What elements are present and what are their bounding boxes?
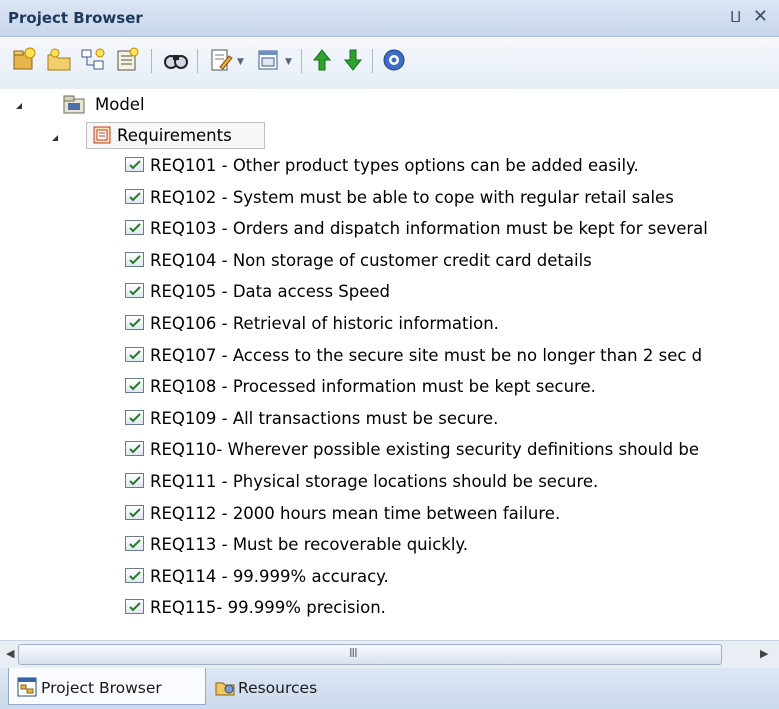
find-icon[interactable]: [163, 47, 191, 75]
requirement-icon: [125, 441, 144, 457]
requirement-label: REQ109 - All transactions must be secure…: [150, 408, 499, 428]
requirement-icon: [125, 346, 144, 362]
toolbar-separator: [197, 49, 198, 73]
requirement-label: REQ111 - Physical storage locations shou…: [150, 472, 599, 491]
scrollbar-thumb[interactable]: III: [18, 644, 722, 665]
toolbar: ▼ ▼: [0, 37, 779, 89]
help-icon[interactable]: [381, 47, 409, 75]
view-options-icon[interactable]: [256, 47, 284, 75]
project-browser-icon: [17, 677, 37, 697]
chevron-down-icon[interactable]: ▼: [237, 57, 244, 67]
requirement-item[interactable]: REQ101 - Other product types options can…: [125, 151, 779, 183]
requirement-label: REQ101 - Other product types options can…: [150, 156, 639, 175]
requirement-item[interactable]: REQ106 - Retrieval of historic informati…: [125, 309, 779, 341]
requirement-item[interactable]: REQ111 - Physical storage locations shou…: [125, 467, 779, 499]
project-browser-panel: Project Browser ⨿ ✕ ▼ ▼ Model Requiremen…: [0, 0, 779, 709]
model-icon: [63, 95, 85, 114]
requirement-label: REQ106 - Retrieval of historic informati…: [150, 314, 499, 333]
requirement-icon: [125, 283, 144, 299]
close-icon[interactable]: ✕: [753, 6, 768, 27]
requirement-item[interactable]: REQ105 - Data access Speed: [125, 277, 779, 309]
requirement-label: REQ102 - System must be able to cope wit…: [150, 187, 674, 207]
new-folder-icon[interactable]: [46, 47, 74, 75]
requirement-label: REQ115- 99.999% precision.: [150, 598, 386, 618]
requirement-item[interactable]: REQ115- 99.999% precision.: [125, 593, 779, 625]
move-up-icon[interactable]: [309, 47, 337, 75]
tree-node-model[interactable]: Model: [14, 90, 314, 122]
requirement-item[interactable]: REQ114 - 99.999% accuracy.: [125, 562, 779, 594]
requirement-item[interactable]: REQ113 - Must be recoverable quickly.: [125, 530, 779, 562]
horizontal-scrollbar[interactable]: ◀ III ▶: [0, 640, 779, 668]
edit-properties-icon[interactable]: [208, 47, 236, 75]
scroll-right-icon[interactable]: ▶: [760, 647, 768, 660]
requirement-icon: [125, 599, 144, 615]
tab-label: Resources: [238, 679, 318, 697]
resources-icon: [215, 682, 235, 696]
tab-project-browser[interactable]: Project Browser: [8, 668, 206, 705]
requirements-package-icon: [93, 126, 111, 144]
requirement-label: REQ110- Wherever possible existing secur…: [150, 440, 700, 460]
requirement-label: REQ112 - 2000 hours mean time between fa…: [150, 503, 561, 523]
requirement-icon: [125, 157, 144, 172]
requirement-icon: [125, 409, 144, 425]
collapse-icon[interactable]: [14, 101, 24, 111]
requirement-label: REQ108 - Processed information must be k…: [150, 377, 596, 397]
new-package-icon[interactable]: [11, 47, 39, 75]
requirement-item[interactable]: REQ112 - 2000 hours mean time between fa…: [125, 499, 779, 531]
requirement-label: REQ104 - Non storage of customer credit …: [150, 250, 592, 270]
requirement-label: REQ103 - Orders and dispatch information…: [150, 219, 708, 239]
requirement-label: REQ107 - Access to the secure site must …: [150, 345, 703, 365]
scroll-left-icon[interactable]: ◀: [6, 647, 14, 660]
project-tree: Model Requirements REQ101 - Other produc…: [0, 90, 779, 639]
requirement-icon: [125, 536, 144, 552]
requirement-icon: [125, 473, 144, 488]
requirement-item[interactable]: REQ103 - Orders and dispatch information…: [125, 214, 779, 246]
requirement-icon: [125, 567, 144, 583]
new-diagram-icon[interactable]: [80, 47, 108, 75]
toolbar-separator: [151, 49, 152, 73]
tab-label: Project Browser: [41, 679, 162, 697]
requirement-label: REQ105 - Data access Speed: [150, 282, 391, 302]
requirement-icon: [125, 220, 144, 236]
tree-node-label: Model: [95, 95, 145, 114]
panel-title-bar: Project Browser ⨿ ✕: [0, 0, 779, 37]
requirement-item[interactable]: REQ104 - Non storage of customer credit …: [125, 246, 779, 278]
requirement-icon: [125, 251, 144, 267]
new-element-icon[interactable]: [114, 47, 142, 75]
move-down-icon[interactable]: [340, 47, 368, 75]
scrollbar-grip: III: [349, 646, 358, 660]
requirement-icon: [125, 315, 144, 330]
requirement-item[interactable]: REQ110- Wherever possible existing secur…: [125, 435, 779, 467]
requirement-item[interactable]: REQ107 - Access to the secure site must …: [125, 341, 779, 373]
bottom-tab-strip: Project Browser Resources: [0, 668, 779, 709]
toolbar-separator: [301, 49, 302, 73]
tree-node-label: Requirements: [117, 126, 232, 145]
tab-resources[interactable]: Resources: [210, 668, 350, 704]
requirement-label: REQ114 - 99.999% accuracy.: [150, 566, 389, 586]
requirement-icon: [125, 504, 144, 520]
tree-node-requirements[interactable]: Requirements: [50, 121, 370, 153]
collapse-icon[interactable]: [50, 133, 60, 143]
pin-icon[interactable]: ⨿: [730, 8, 741, 26]
toolbar-separator: [372, 49, 373, 73]
requirement-item[interactable]: REQ108 - Processed information must be k…: [125, 372, 779, 404]
requirement-item[interactable]: REQ109 - All transactions must be secure…: [125, 404, 779, 436]
requirement-item[interactable]: REQ102 - System must be able to cope wit…: [125, 183, 779, 215]
chevron-down-icon[interactable]: ▼: [285, 57, 292, 67]
requirement-icon: [125, 188, 144, 204]
requirement-icon: [125, 378, 144, 394]
requirement-label: REQ113 - Must be recoverable quickly.: [150, 535, 469, 555]
panel-title: Project Browser: [8, 9, 143, 27]
